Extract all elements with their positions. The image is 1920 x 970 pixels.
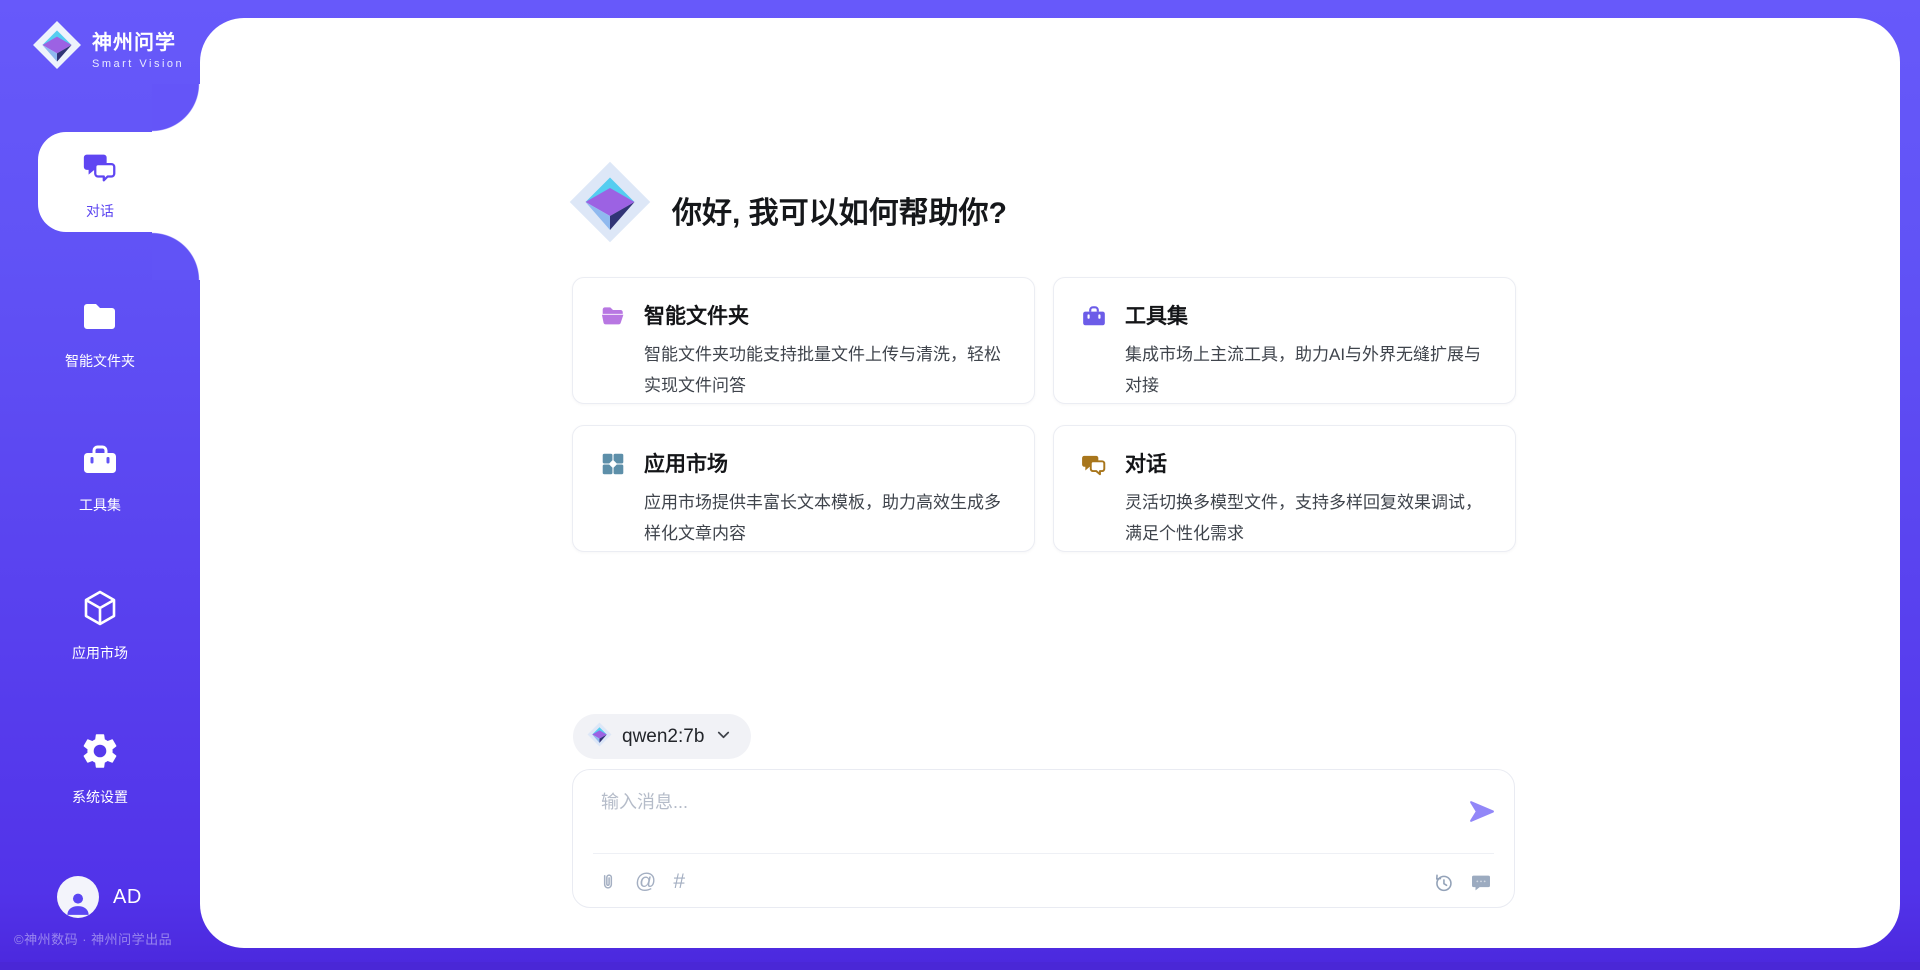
message-input[interactable]	[601, 788, 1421, 846]
card-chat[interactable]: 对话 灵活切换多模型文件，支持多样回复效果调试，满足个性化需求	[1053, 425, 1516, 552]
sidebar-item-label: 系统设置	[72, 787, 128, 807]
send-icon	[1468, 798, 1495, 825]
sidebar-item-label: 智能文件夹	[65, 351, 135, 371]
toolbox-icon	[80, 440, 120, 485]
card-description: 智能文件夹功能支持批量文件上传与清洗，轻松实现文件问答	[644, 339, 1006, 401]
card-description: 灵活切换多模型文件，支持多样回复效果调试，满足个性化需求	[1125, 487, 1487, 549]
sidebar-item-label: 工具集	[79, 495, 121, 515]
diamond-logo-icon	[587, 722, 612, 752]
card-toolbox[interactable]: 工具集 集成市场上主流工具，助力AI与外界无缝扩展与对接	[1053, 277, 1516, 404]
person-icon	[63, 888, 93, 918]
bottom-strip	[0, 962, 1920, 970]
greeting-title: 你好, 我可以如何帮助你?	[672, 188, 1007, 232]
tab-corner-top	[152, 84, 200, 132]
greeting-logo-icon	[568, 160, 652, 249]
model-selector[interactable]: qwen2:7b	[573, 714, 751, 759]
at-mention-button[interactable]: @	[635, 872, 656, 892]
brand-logo: 神州问学 Smart Vision	[32, 20, 184, 75]
copyright-footer: ©神州数码 · 神州问学出品	[14, 929, 204, 948]
card-app-market[interactable]: 应用市场 应用市场提供丰富长文本模板，助力高效生成多样化文章内容	[572, 425, 1035, 552]
card-title: 对话	[1125, 448, 1487, 478]
card-smart-folder[interactable]: 智能文件夹 智能文件夹功能支持批量文件上传与清洗，轻松实现文件问答	[572, 277, 1035, 404]
diamond-logo-icon	[32, 20, 82, 75]
composer-divider	[593, 853, 1494, 854]
history-button[interactable]	[1433, 872, 1454, 893]
sidebar-item-toolbox[interactable]: 工具集	[0, 440, 200, 515]
message-composer: @ #	[572, 769, 1515, 908]
comments-button[interactable]	[1470, 871, 1492, 893]
toolbox-icon	[1081, 303, 1107, 334]
tab-corner-bottom	[152, 232, 200, 280]
folder-open-icon	[600, 303, 626, 334]
brand-subtitle: Smart Vision	[92, 58, 184, 70]
card-title: 应用市场	[644, 448, 1006, 478]
hash-tag-button[interactable]: #	[673, 872, 685, 892]
sidebar-item-label: 对话	[86, 201, 114, 221]
grid-icon	[600, 451, 626, 482]
brand-title: 神州问学	[92, 26, 184, 55]
cube-icon	[80, 588, 120, 633]
chat-icon	[81, 148, 119, 191]
user-profile[interactable]: AD	[57, 876, 142, 918]
sidebar-item-smart-folder[interactable]: 智能文件夹	[0, 296, 200, 371]
feature-cards: 智能文件夹 智能文件夹功能支持批量文件上传与清洗，轻松实现文件问答 工具集 集成…	[572, 277, 1516, 552]
folder-icon	[80, 296, 120, 341]
chat-icon	[1081, 451, 1107, 482]
attach-file-button[interactable]	[598, 871, 618, 893]
avatar[interactable]	[57, 876, 99, 918]
history-icon	[1433, 872, 1454, 893]
card-description: 应用市场提供丰富长文本模板，助力高效生成多样化文章内容	[644, 487, 1006, 549]
sidebar-item-app-market[interactable]: 应用市场	[0, 588, 200, 663]
sidebar-item-chat[interactable]: 对话	[0, 148, 200, 221]
user-name: AD	[113, 886, 142, 909]
sidebar-item-settings[interactable]: 系统设置	[0, 730, 200, 807]
comment-icon	[1470, 871, 1492, 893]
gear-icon	[79, 730, 121, 777]
model-name: qwen2:7b	[622, 726, 704, 748]
card-title: 智能文件夹	[644, 300, 1006, 330]
card-description: 集成市场上主流工具，助力AI与外界无缝扩展与对接	[1125, 339, 1487, 401]
chevron-down-icon	[714, 725, 733, 749]
card-title: 工具集	[1125, 300, 1487, 330]
paperclip-icon	[598, 871, 618, 893]
send-button[interactable]	[1466, 796, 1496, 826]
sidebar-item-label: 应用市场	[72, 643, 128, 663]
